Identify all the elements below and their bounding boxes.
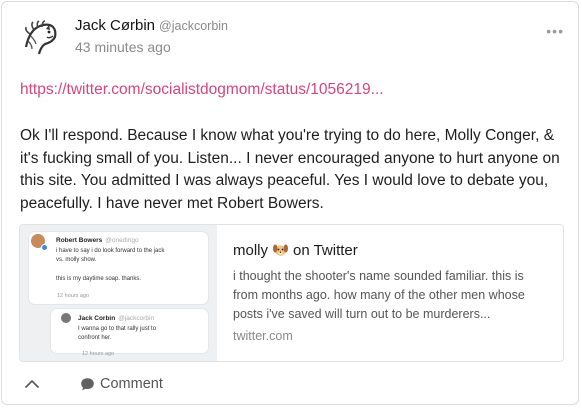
- horse-avatar-icon: [24, 20, 57, 55]
- chevron-up-icon: [25, 380, 39, 388]
- preview-thumbnail: Robert Bowers @onedingo i have to say i d…: [20, 225, 217, 361]
- link-preview-card[interactable]: Robert Bowers @onedingo i have to say i d…: [19, 224, 564, 362]
- author-info: Jack Cørbin @jackcorbin: [75, 17, 228, 34]
- thumbnail-text-2b: confront her.: [78, 335, 112, 341]
- preview-title[interactable]: molly on Twitter: [233, 241, 358, 262]
- thumbnail-tweet-2: Jack Corbin @jackcorbin I wanna go to tha…: [51, 309, 208, 353]
- comment-button[interactable]: Comment: [80, 376, 163, 392]
- thumbnail-name-2: Jack Corbin @jackcorbin: [78, 315, 155, 322]
- thumbnail-tweet-1: Robert Bowers @onedingo i have to say i d…: [29, 232, 208, 304]
- comment-bubble-icon: [81, 377, 94, 390]
- preview-description: i thought the shooter's name sounded fam…: [233, 269, 525, 321]
- preview-domain[interactable]: twitter.com: [233, 329, 293, 343]
- post-body: Ok I'll respond. Because I know what you…: [20, 127, 560, 212]
- thumbnail-text-1c: this is my daytime soap. thanks.: [56, 276, 142, 282]
- upvote-button[interactable]: [24, 377, 40, 395]
- dog-emoji-icon: [272, 241, 289, 262]
- verified-dot-icon: [41, 244, 48, 251]
- author-name[interactable]: Jack Cørbin: [75, 17, 155, 34]
- post-card: Jack Cørbin @jackcorbin 43 minutes ago ••…: [1, 1, 579, 405]
- thumbnail-avatar-2: [61, 313, 71, 323]
- post-timestamp[interactable]: 43 minutes ago: [75, 39, 171, 55]
- thumbnail-text-1b: vs. molly show.: [56, 257, 97, 263]
- thumbnail-time-2: 12 hours ago: [82, 351, 115, 357]
- thumbnail-time-1: 12 hours ago: [57, 293, 90, 299]
- preview-title-name: molly: [233, 242, 269, 259]
- preview-title-suffix: on Twitter: [293, 242, 358, 259]
- more-options-icon[interactable]: •••: [546, 23, 564, 39]
- author-handle[interactable]: @jackcorbin: [159, 19, 228, 33]
- thumbnail-text-2a: I wanna go to that rally just to: [78, 326, 157, 332]
- thumbnail-text-1a: i have to say i do look forward to the j…: [56, 248, 165, 254]
- comment-label: Comment: [100, 376, 163, 392]
- author-avatar[interactable]: [20, 17, 62, 59]
- post-footer: Comment: [2, 368, 578, 404]
- post-link[interactable]: https://twitter.com/socialistdogmom/stat…: [20, 81, 384, 99]
- thumbnail-name-1: Robert Bowers @onedingo: [56, 237, 139, 244]
